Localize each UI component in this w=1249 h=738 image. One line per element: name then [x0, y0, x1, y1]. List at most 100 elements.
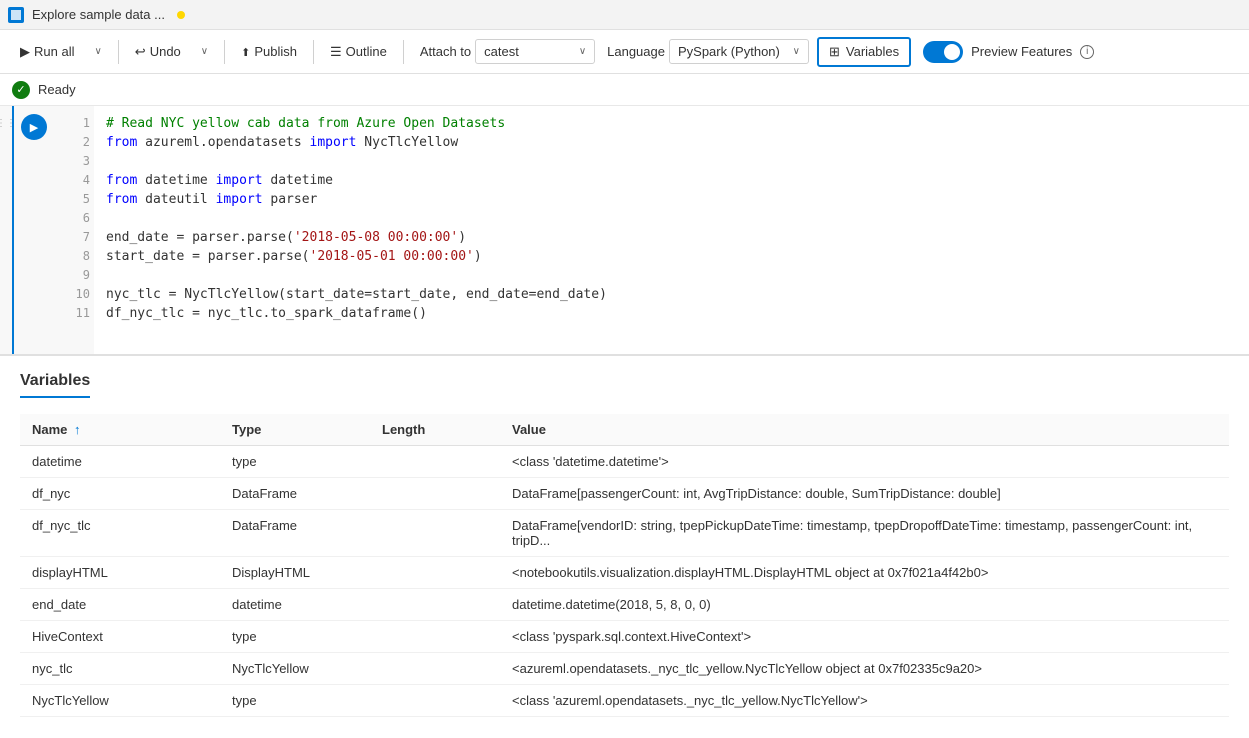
cell-length	[370, 621, 500, 653]
cell-name: nyc_tlc	[20, 653, 220, 685]
unsaved-dot	[177, 11, 185, 19]
publish-icon	[241, 44, 250, 59]
cell-length	[370, 557, 500, 589]
table-row: df_nyc_tlcDataFrame DataFrame[vendorID: s…	[20, 510, 1229, 557]
run-icon	[20, 44, 30, 60]
cell-value: <class 'pyspark.sql.context.HiveContext'…	[500, 621, 1229, 653]
cell-type: datetime	[220, 589, 370, 621]
cell-length	[370, 510, 500, 557]
variables-button[interactable]: Variables	[817, 37, 911, 67]
toggle-knob	[944, 44, 960, 60]
cell-name: HiveContext	[20, 621, 220, 653]
line-numbers: 1234567891011	[54, 106, 94, 354]
language-chevron-icon: ∨	[793, 46, 800, 57]
table-row: df_nycDataFrame DataFrame[passengerCount:…	[20, 478, 1229, 510]
cell-value: datetime.datetime(2018, 5, 8, 0, 0)	[500, 589, 1229, 621]
info-icon[interactable]: i	[1080, 45, 1094, 59]
cell-length	[370, 478, 500, 510]
variables-panel: Variables Name ↑ Type Length Value	[0, 356, 1249, 738]
cell-gutter: ⋮⋮	[0, 106, 14, 354]
cell-type: type	[220, 446, 370, 478]
variables-panel-title: Variables	[20, 372, 90, 398]
cell-name: datetime	[20, 446, 220, 478]
code-line: # Read NYC yellow cab data from Azure Op…	[106, 114, 1237, 133]
code-line: end_date = parser.parse('2018-05-08 00:0…	[106, 228, 1237, 247]
cell-value: DataFrame[vendorID: string, tpepPickupDa…	[500, 510, 1229, 557]
cell-name: df_nyc	[20, 478, 220, 510]
cell-type: DataFrame	[220, 510, 370, 557]
preview-features-label: Preview Features	[971, 44, 1072, 59]
attach-to-label: Attach to	[420, 44, 471, 59]
title-bar: Explore sample data ...	[0, 0, 1249, 30]
undo-icon	[135, 44, 146, 60]
separator-4	[403, 40, 404, 64]
table-row: end_datedatetimedatetime.datetime(2018, …	[20, 589, 1229, 621]
separator-2	[224, 40, 225, 64]
cell-value: <notebookutils.visualization.displayHTML…	[500, 557, 1229, 589]
toolbar: Run all ∨ Undo ∨ Publish Outline Attach …	[0, 30, 1249, 74]
variables-table-header: Name ↑ Type Length Value	[20, 414, 1229, 446]
table-row: datetimetype <class 'datetime.datetime'>	[20, 446, 1229, 478]
chevron-down-icon: ∨	[94, 46, 101, 57]
variables-table-body: datetimetype<class 'datetime.datetime'>d…	[20, 446, 1229, 717]
cell-value: <class 'datetime.datetime'>	[500, 446, 1229, 478]
ready-status: Ready	[38, 82, 76, 97]
cell-length	[370, 685, 500, 717]
main-area: ⋮⋮ ▶ 1234567891011 # Read NYC yellow cab…	[0, 106, 1249, 738]
language-dropdown[interactable]: PySpark (Python) ∨	[669, 39, 809, 64]
attach-to-dropdown[interactable]: catest ∨	[475, 39, 595, 64]
code-line	[106, 266, 1237, 285]
run-all-button[interactable]: Run all	[12, 39, 82, 65]
col-header-name[interactable]: Name ↑	[20, 414, 220, 446]
col-header-type[interactable]: Type	[220, 414, 370, 446]
col-header-value[interactable]: Value	[500, 414, 1229, 446]
variables-table: Name ↑ Type Length Value datetimetype<cl…	[20, 414, 1229, 717]
code-line: from azureml.opendatasets import NycTlcY…	[106, 133, 1237, 152]
code-line	[106, 152, 1237, 171]
undo-dropdown-button[interactable]: ∨	[193, 41, 216, 62]
variables-icon	[829, 44, 840, 60]
table-row: HiveContexttype <class 'pyspark.sql.conte…	[20, 621, 1229, 653]
name-sort-arrow: ↑	[74, 422, 81, 437]
cell-name: displayHTML	[20, 557, 220, 589]
cell-name: df_nyc_tlc	[20, 510, 220, 557]
cell-length	[370, 653, 500, 685]
code-line	[106, 209, 1237, 228]
cell-value: DataFrame[passengerCount: int, AvgTripDi…	[500, 478, 1229, 510]
cell-type: type	[220, 685, 370, 717]
language-label: Language	[607, 44, 665, 59]
cell-type: NycTlcYellow	[220, 653, 370, 685]
preview-features-toggle[interactable]	[923, 41, 963, 63]
undo-button[interactable]: Undo	[127, 39, 189, 65]
cell-length	[370, 589, 500, 621]
app-icon	[8, 7, 24, 23]
chevron-down-icon-2: ∨	[201, 46, 208, 57]
cell-run-area: ▶	[14, 106, 54, 354]
separator-3	[313, 40, 314, 64]
code-line: nyc_tlc = NycTlcYellow(start_date=start_…	[106, 285, 1237, 304]
separator-1	[118, 40, 119, 64]
run-dropdown-button[interactable]: ∨	[86, 41, 109, 62]
title-bar-title: Explore sample data ...	[32, 7, 165, 22]
code-cell: ⋮⋮ ▶ 1234567891011 # Read NYC yellow cab…	[0, 106, 1249, 356]
code-line: start_date = parser.parse('2018-05-01 00…	[106, 247, 1237, 266]
preview-features-toggle-container: Preview Features i	[923, 41, 1094, 63]
code-line: from datetime import datetime	[106, 171, 1237, 190]
table-row: NycTlcYellowtype<class 'azureml.opendata…	[20, 685, 1229, 717]
status-bar: ✓ Ready	[0, 74, 1249, 106]
outline-button[interactable]: Outline	[322, 39, 395, 65]
cell-type: type	[220, 621, 370, 653]
cell-type: DataFrame	[220, 478, 370, 510]
table-row: displayHTMLDisplayHTML<notebookutils.vis…	[20, 557, 1229, 589]
outline-icon	[330, 44, 342, 60]
code-line: df_nyc_tlc = nyc_tlc.to_spark_dataframe(…	[106, 304, 1237, 323]
cell-length	[370, 446, 500, 478]
table-row: nyc_tlcNycTlcYellow <azureml.opendatasets…	[20, 653, 1229, 685]
cell-value: <azureml.opendatasets._nyc_tlc_yellow.Ny…	[500, 653, 1229, 685]
publish-button[interactable]: Publish	[233, 39, 305, 64]
cell-run-button[interactable]: ▶	[21, 114, 47, 140]
col-header-length[interactable]: Length	[370, 414, 500, 446]
code-content[interactable]: # Read NYC yellow cab data from Azure Op…	[94, 106, 1249, 354]
code-line: from dateutil import parser	[106, 190, 1237, 209]
cell-name: NycTlcYellow	[20, 685, 220, 717]
